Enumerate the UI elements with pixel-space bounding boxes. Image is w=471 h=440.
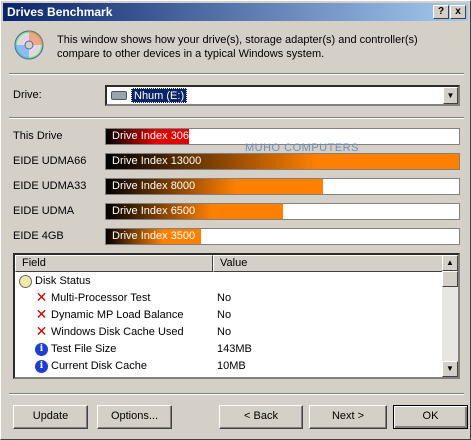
vertical-scrollbar[interactable]: ▲ ▼ (442, 255, 458, 377)
scroll-thumb[interactable] (442, 271, 458, 287)
back-button[interactable]: < Back (219, 405, 303, 429)
info-icon: i (35, 377, 48, 379)
row-field: Disk Status (35, 275, 91, 287)
list-item[interactable]: Disk Status (15, 273, 443, 290)
benchmark-label: This Drive (13, 130, 63, 142)
list-header: Field Value (15, 255, 443, 272)
close-button[interactable]: x (450, 5, 466, 19)
disc-icon (14, 30, 44, 60)
chevron-down-icon[interactable]: ▼ (443, 87, 458, 104)
footer-divider (9, 393, 464, 395)
drives-benchmark-window: Drives Benchmark ? x This window shows h… (0, 0, 471, 440)
x-icon: ✕ (35, 290, 48, 306)
watermark-text: MUHO COMPUTERS (245, 142, 359, 154)
column-header-field[interactable]: Field (15, 255, 213, 272)
x-icon: ✕ (35, 307, 48, 323)
benchmark-bar-text: Drive Index 3500 (112, 230, 196, 242)
drive-label: Drive: (13, 89, 42, 101)
info-icon: i (35, 360, 48, 373)
column-header-value[interactable]: Value (213, 255, 443, 272)
benchmark-bar: Drive Index 8000 (105, 178, 460, 195)
scroll-up-button[interactable]: ▲ (442, 255, 458, 271)
benchmark-bar-text: Drive Index 13000 (112, 155, 202, 167)
update-button[interactable]: Update (13, 405, 88, 429)
benchmark-label: EIDE 4GB (13, 230, 64, 242)
next-button[interactable]: Next > (309, 405, 387, 429)
window-title: Drives Benchmark (7, 5, 113, 19)
row-field: Windows Disk Cache Used (51, 326, 184, 338)
list-item[interactable]: ✕ Dynamic MP Load Balance No (15, 307, 443, 324)
drive-select[interactable]: Nhum (E:) ▼ (105, 85, 460, 106)
row-field: Dynamic MP Load Balance (51, 309, 184, 321)
row-field: Multi-Processor Test (51, 292, 151, 304)
hard-drive-icon (111, 91, 127, 100)
list-item[interactable]: i Current Disk Cache 10MB (15, 358, 443, 375)
row-field: Test File Size (51, 343, 117, 355)
disc-icon (19, 275, 32, 288)
scroll-down-button[interactable]: ▼ (442, 361, 458, 377)
benchmark-bar: Drive Index 6500 (105, 203, 460, 220)
list-item[interactable]: i Test File Size 143MB (15, 341, 443, 358)
row-field: Current Disk Cache (51, 360, 147, 372)
benchmark-label: EIDE UDMA (13, 205, 75, 217)
list-item[interactable]: ✕ Windows Disk Cache Used No (15, 324, 443, 341)
list-item[interactable]: iMaximum Disk Cache 10MB (15, 375, 443, 379)
row-value: No (217, 292, 232, 304)
benchmark-bar: Drive Index 3500 (105, 228, 460, 245)
benchmark-label: EIDE UDMA33 (13, 180, 87, 192)
row-value: No (217, 309, 232, 321)
row-value: 143MB (217, 343, 252, 355)
details-list[interactable]: Field Value Disk Status ✕ Multi-Processor … (13, 253, 460, 379)
title-bar[interactable]: Drives Benchmark ? x (3, 3, 468, 21)
benchmark-bar-text: Drive Index 3061 (112, 130, 196, 142)
row-field: Maximum Disk Cache (51, 375, 158, 377)
info-icon: i (35, 343, 48, 356)
row-value: 10MB (217, 375, 246, 377)
benchmark-bar-text: Drive Index 6500 (112, 205, 196, 217)
header-divider (9, 73, 464, 75)
header-description: This window shows how your drive(s), sto… (57, 34, 418, 60)
drive-divider (9, 117, 464, 119)
list-item[interactable]: ✕ Multi-Processor Test No (15, 290, 443, 307)
x-icon: ✕ (35, 324, 48, 340)
benchmark-bar: Drive Index 13000 (105, 153, 460, 170)
options-button[interactable]: Options... (97, 405, 172, 429)
benchmark-label: EIDE UDMA66 (13, 155, 87, 167)
drive-selected-value: Nhum (E:) (131, 88, 188, 103)
ok-button[interactable]: OK (393, 405, 468, 429)
row-value: 10MB (217, 360, 246, 372)
benchmark-bar-text: Drive Index 8000 (112, 180, 196, 192)
row-value: No (217, 326, 232, 338)
help-button[interactable]: ? (433, 5, 449, 19)
